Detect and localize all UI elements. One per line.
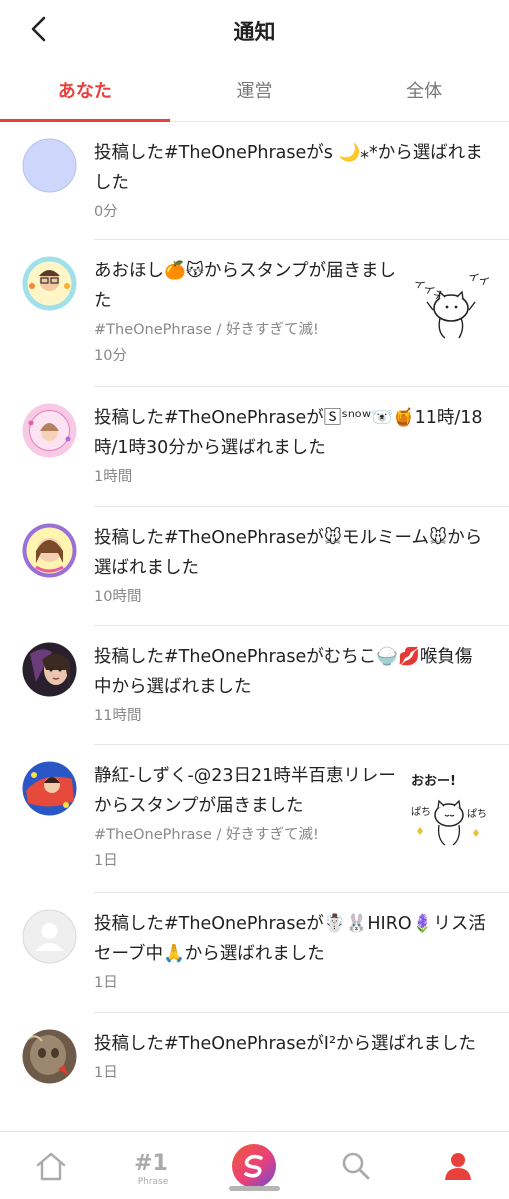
- notification-item[interactable]: 投稿した#TheOnePhraseが🅂ˢⁿᵒʷ🐻‍❄️🍯11時/18時/1時30…: [0, 387, 509, 507]
- notification-message: 投稿した#TheOnePhraseが🅂ˢⁿᵒʷ🐻‍❄️🍯11時/18時/1時30…: [94, 408, 483, 458]
- notification-time: 1時間: [94, 469, 133, 485]
- notification-subtext: #TheOnePhrase / 好きすぎて滅!: [94, 322, 319, 338]
- notification-subtext: #TheOnePhrase / 好きすぎて滅!: [94, 827, 319, 843]
- stamp-image: イイネ イイネ: [411, 269, 489, 339]
- tab-bar: あなた 運営 全体: [0, 58, 509, 122]
- notification-list: 投稿した#TheOnePhraseがs 🌙⁎*から選ばれました 0分 あおほし🍊…: [0, 122, 509, 1131]
- tab-official[interactable]: 運営: [170, 58, 340, 121]
- notification-time: 10時間: [94, 589, 142, 605]
- avatar[interactable]: [22, 138, 77, 193]
- notification-item[interactable]: 静紅-しずく-@23日21時半百恵リレーからスタンプが届きました #TheOne…: [0, 745, 509, 893]
- nav-search[interactable]: [305, 1132, 407, 1199]
- notification-message: 静紅-しずく-@23日21時半百恵リレーからスタンプが届きました: [94, 766, 396, 816]
- post-logo-icon: [232, 1143, 277, 1188]
- notification-message: 投稿した#TheOnePhraseが🐭モルミーム🐭から選ばれました: [94, 528, 483, 578]
- notification-time: 1日: [94, 975, 118, 991]
- notification-time: 0分: [94, 204, 118, 220]
- notification-item[interactable]: 投稿した#TheOnePhraseがむちこ🍚💋喉負傷中から選ばれました 11時間: [0, 626, 509, 745]
- notification-item[interactable]: 投稿した#TheOnePhraseが☃️🐰HIRO🪻リス活セーブ中🙏から選ばれま…: [0, 893, 509, 1013]
- notification-time: 11時間: [94, 708, 142, 724]
- tab-you[interactable]: あなた: [0, 58, 170, 122]
- home-icon: [36, 1152, 66, 1180]
- avatar[interactable]: [22, 909, 77, 964]
- avatar[interactable]: [22, 1029, 77, 1084]
- notification-time: 1日: [94, 1065, 118, 1081]
- notification-message: あおほし🍊😽からスタンプが届きました: [94, 261, 397, 311]
- tab-all[interactable]: 全体: [339, 58, 509, 121]
- notification-message: 投稿した#TheOnePhraseがs 🌙⁎*から選ばれました: [94, 143, 483, 193]
- home-indicator: [229, 1186, 280, 1191]
- svg-text:イイネ: イイネ: [466, 269, 489, 293]
- stamp-image: おおー! ぱち ぱち: [411, 774, 487, 846]
- svg-text:Phrase: Phrase: [137, 1177, 168, 1187]
- svg-text:ぱち: ぱち: [411, 806, 431, 818]
- avatar[interactable]: [22, 761, 77, 816]
- search-icon: [342, 1152, 370, 1179]
- avatar[interactable]: [22, 523, 77, 578]
- notification-message: 投稿した#TheOnePhraseがI²から選ばれました: [94, 1034, 476, 1054]
- nav-profile[interactable]: [407, 1132, 509, 1199]
- notification-item[interactable]: 投稿した#TheOnePhraseが🐭モルミーム🐭から選ばれました 10時間: [0, 507, 509, 626]
- svg-text:#1: #1: [134, 1151, 168, 1176]
- page-title: 通知: [233, 20, 276, 44]
- notification-message: 投稿した#TheOnePhraseがむちこ🍚💋喉負傷中から選ばれました: [94, 647, 473, 697]
- notification-time: 1日: [94, 853, 118, 869]
- notification-time: 10分: [94, 348, 127, 364]
- avatar[interactable]: [22, 642, 77, 697]
- header: 通知: [0, 0, 509, 58]
- notification-item[interactable]: 投稿した#TheOnePhraseがI²から選ばれました 1日: [0, 1013, 509, 1131]
- nav-phrase[interactable]: #1 Phrase: [102, 1132, 204, 1199]
- avatar[interactable]: [22, 403, 77, 458]
- svg-text:おおー!: おおー!: [411, 774, 456, 789]
- nav-home[interactable]: [0, 1132, 102, 1199]
- svg-text:ぱち: ぱち: [467, 808, 487, 820]
- profile-icon: [445, 1152, 472, 1180]
- avatar[interactable]: [22, 256, 77, 311]
- notification-message: 投稿した#TheOnePhraseが☃️🐰HIRO🪻リス活セーブ中🙏から選ばれま…: [94, 914, 486, 964]
- notification-item[interactable]: あおほし🍊😽からスタンプが届きました #TheOnePhrase / 好きすぎて…: [0, 240, 509, 387]
- phrase-icon: #1 Phrase: [134, 1151, 169, 1187]
- notification-item[interactable]: 投稿した#TheOnePhraseがs 🌙⁎*から選ばれました 0分: [0, 122, 509, 240]
